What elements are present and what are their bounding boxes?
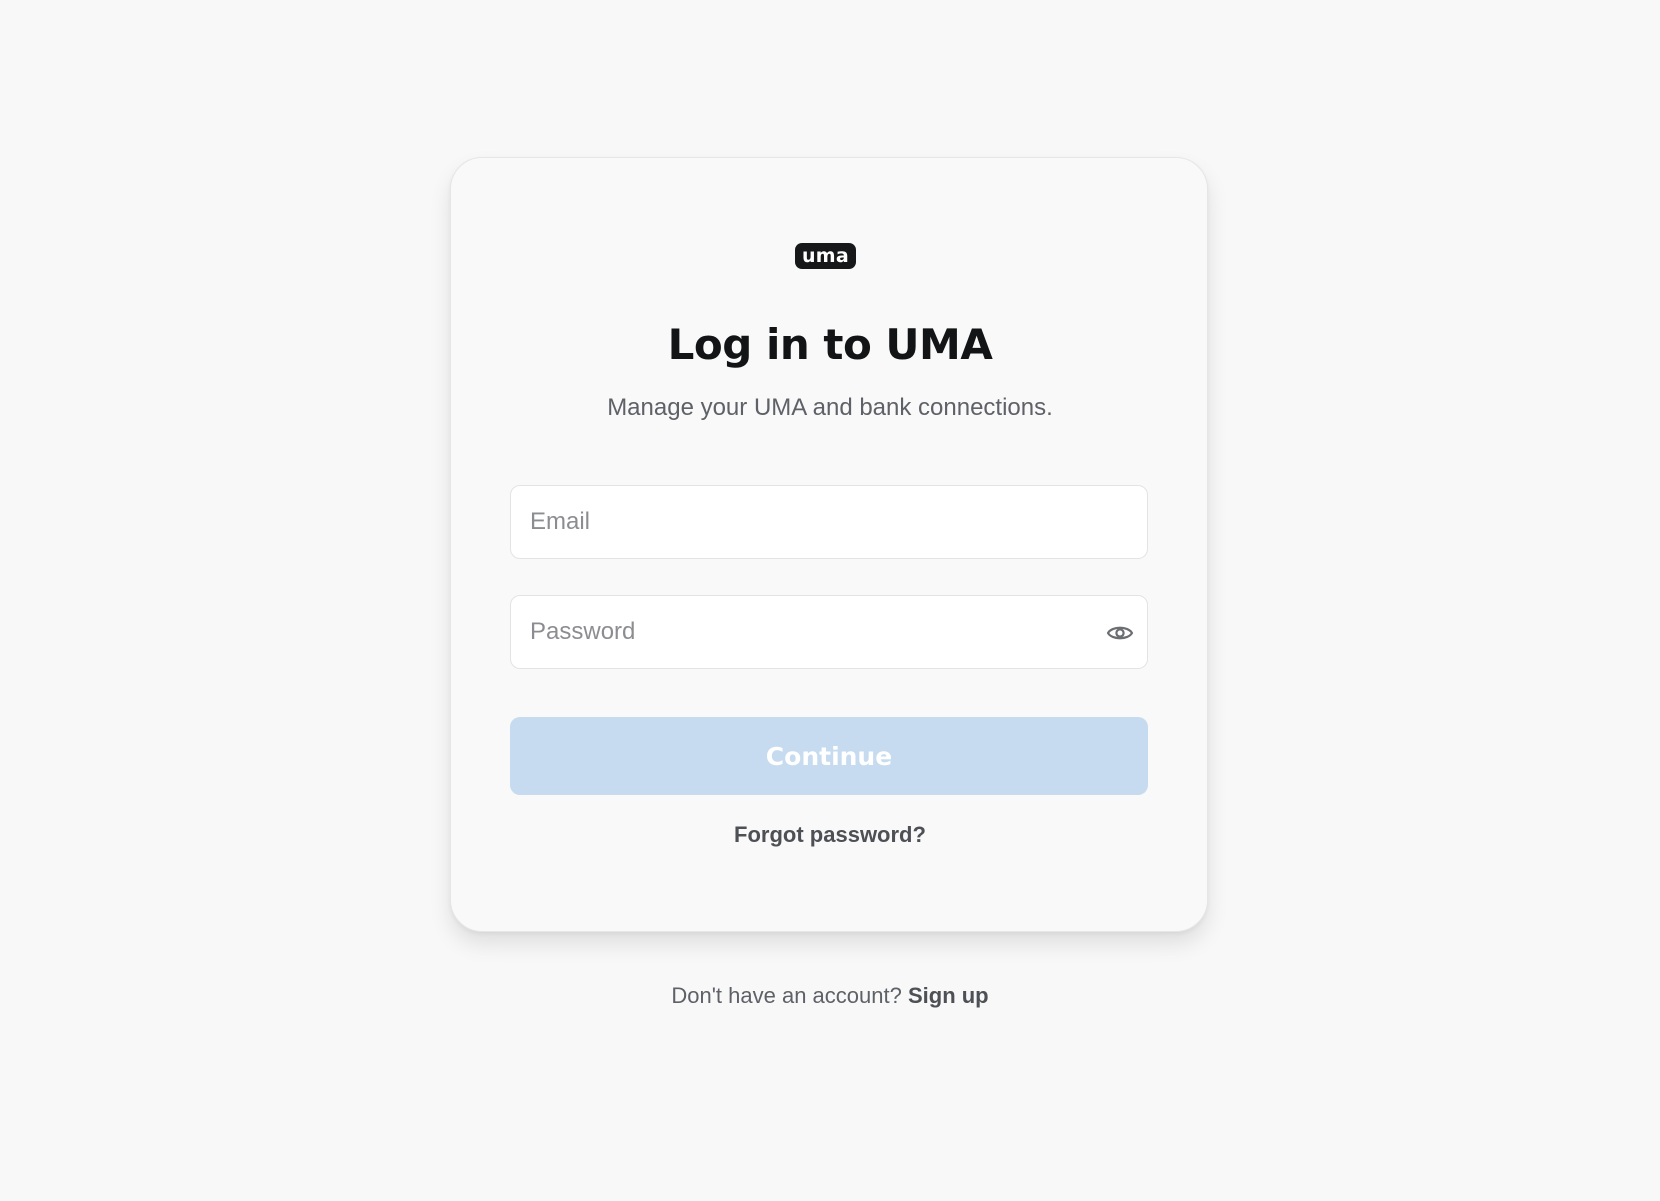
forgot-password-link[interactable]: Forgot password? xyxy=(0,820,1660,850)
password-input[interactable] xyxy=(511,596,1147,668)
password-field[interactable] xyxy=(510,595,1148,669)
page-title: Log in to UMA xyxy=(667,320,993,369)
continue-button[interactable]: Continue xyxy=(510,717,1148,795)
email-field[interactable] xyxy=(510,485,1148,559)
signup-prompt-text: Don't have an account? xyxy=(671,983,902,1008)
uma-logo: uma xyxy=(795,243,856,269)
sign-up-link[interactable]: Sign up xyxy=(908,983,989,1008)
eye-icon[interactable] xyxy=(1105,618,1135,648)
page-subtitle: Manage your UMA and bank connections. xyxy=(607,394,1053,421)
email-input[interactable] xyxy=(511,486,1147,558)
signup-prompt: Don't have an account? Sign up xyxy=(0,981,1660,1011)
